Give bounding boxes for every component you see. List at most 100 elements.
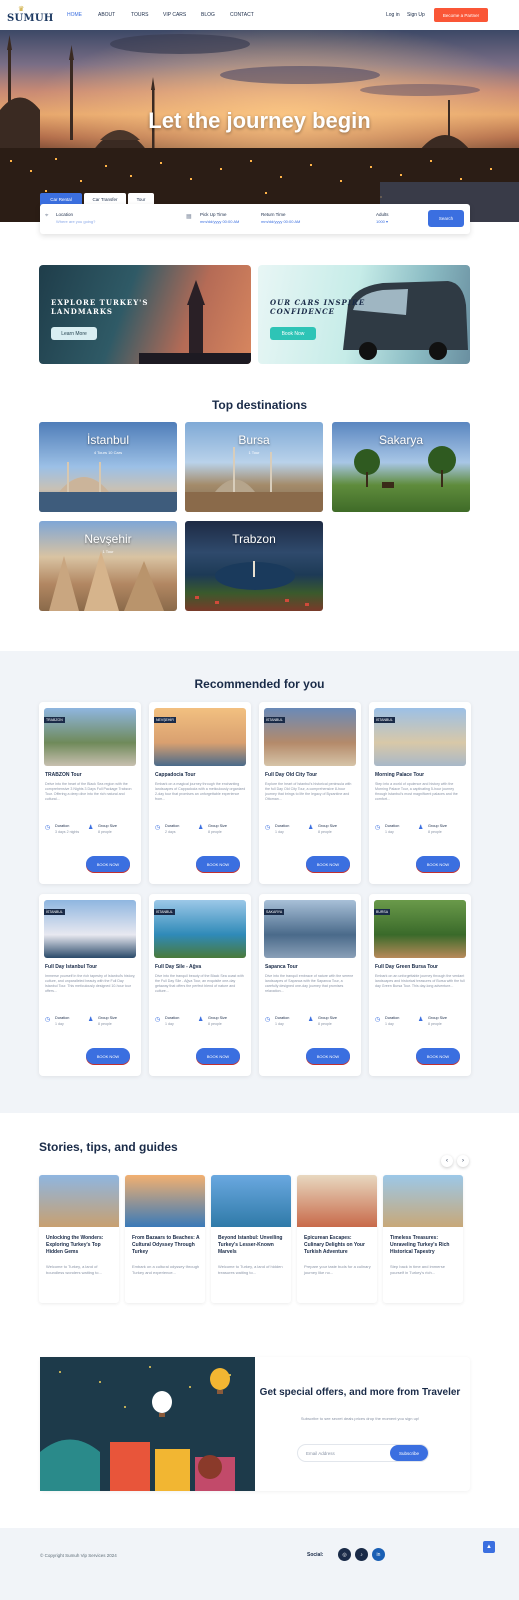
book-now-button[interactable]: BOOK NOW [196,1048,240,1064]
book-now-promo-button[interactable]: Book Now [270,327,316,340]
pickup-input[interactable]: mm/dd/yyyy 00:00 AM [200,219,239,224]
adults-select[interactable]: 1000 ▾ [376,219,388,224]
tour-image: İSTANBUL [374,708,466,766]
tour-title[interactable]: Full Day Old City Tour [265,772,357,778]
story-title[interactable]: From Bazaars to Beaches: A Cultural Odys… [132,1235,200,1256]
destination-info: 4 Tours 10 Cars [93,450,123,455]
nav-tours[interactable]: TOURS [131,12,148,18]
tour-description: Dive into the tranquil embrace of nature… [265,974,354,993]
story-title[interactable]: Unlocking the Wonders: Exploring Turkey'… [46,1235,114,1256]
story-title[interactable]: Beyond Istanbul: Unveiling Turkey's Less… [218,1235,286,1256]
calendar-icon: ▦ [186,214,192,220]
tour-card[interactable]: SAKARYA Sapanca Tour Dive into the tranqui… [259,894,361,1076]
duration-value: 1 day [55,1022,64,1026]
location-badge: İSTANBUL [154,909,175,915]
destination-card-sakarya[interactable]: Sakarya [332,422,470,512]
search-button[interactable]: Search [428,210,464,227]
story-card[interactable]: Timeless Treasures: Unraveling Turkey's … [383,1175,463,1303]
group-size-label: Group Size [98,1016,117,1020]
tour-title[interactable]: Full Day Sile - Ağva [155,964,247,970]
tour-image: İSTANBUL [264,708,356,766]
clock-icon: ◷ [155,825,161,831]
book-now-button[interactable]: BOOK NOW [416,1048,460,1064]
clock-icon: ◷ [45,825,51,831]
scroll-to-top-button[interactable]: ▲ [483,1541,495,1553]
tour-card[interactable]: İSTANBUL Full Day Istanbul Tour Immerse yo… [39,894,141,1076]
tour-title[interactable]: Full Day Green Bursa Tour [375,964,467,970]
book-now-button[interactable]: BOOK NOW [86,1048,130,1064]
location-input[interactable]: Where are you going? [56,219,95,224]
tour-card[interactable]: İSTANBUL Morning Palace Tour Step into a w… [369,702,471,884]
brand-logo[interactable]: ♛ SUMUH [4,6,53,26]
learn-more-button[interactable]: Learn More [51,327,97,340]
clock-icon: ◷ [375,825,381,831]
story-card[interactable]: Beyond Istanbul: Unveiling Turkey's Less… [211,1175,291,1303]
story-title[interactable]: Timeless Treasures: Unraveling Turkey's … [390,1235,458,1256]
book-now-button[interactable]: BOOK NOW [306,1048,350,1064]
tour-card[interactable]: TRABZON TRABZON Tour Delve into the heart … [39,702,141,884]
promo-landmarks[interactable]: EXPLORE TURKEY'S LANDMARKS Learn More [39,265,251,364]
book-now-button[interactable]: BOOK NOW [416,856,460,872]
location-badge: TRABZON [44,717,65,723]
tour-title[interactable]: TRABZON Tour [45,772,137,778]
story-card[interactable]: Unlocking the Wonders: Exploring Turkey'… [39,1175,119,1303]
story-title[interactable]: Epicurean Escapes: Culinary Delights on … [304,1235,372,1256]
book-now-button[interactable]: BOOK NOW [86,856,130,872]
promo-cars-title-2: CONFIDENCE [270,307,336,316]
nav-blog[interactable]: BLOG [201,12,215,18]
tiktok-icon[interactable]: ♪ [355,1548,368,1561]
story-card[interactable]: From Bazaars to Beaches: A Cultural Odys… [125,1175,205,1303]
destination-info: 1 Tour [102,549,114,554]
destination-name: Sakarya [378,433,424,447]
destination-card-istanbul[interactable]: İstanbul 4 Tours 10 Cars [39,422,177,512]
tour-title[interactable]: Cappadocia Tour [155,772,247,778]
destination-card-bursa[interactable]: Bursa 1 Tour [185,422,323,512]
tour-title[interactable]: Morning Palace Tour [375,772,467,778]
destination-card-nevsehir[interactable]: Nevşehir 1 Tour [39,521,177,611]
book-now-button[interactable]: BOOK NOW [196,856,240,872]
nav-about[interactable]: ABOUT [98,12,115,18]
instagram-icon[interactable]: ◎ [338,1548,351,1561]
hero-title: Let the journey begin [148,108,371,133]
story-description: Welcome to Turkey, a land of boundless w… [46,1264,102,1275]
duration-label: Duration [165,824,180,828]
linkedin-icon[interactable]: in [372,1548,385,1561]
subscribe-description: Subscribe to see secret deals prices dro… [300,1416,420,1421]
location-label: Location [56,212,74,217]
promo-cars[interactable]: OUR CARS INSPIRE CONFIDENCE Book Now [258,265,470,364]
tour-card[interactable]: İSTANBUL Full Day Sile - Ağva Dive into th… [149,894,251,1076]
location-pin-icon: ⌖ [45,213,49,219]
destination-name: Nevşehir [84,532,132,546]
nav-home[interactable]: HOME [67,12,82,18]
duration-value: 2 days [165,830,176,834]
book-now-button[interactable]: BOOK NOW [306,856,350,872]
group-size-label: Group Size [428,1016,447,1020]
tour-description: Embark on a magical journey through the … [155,782,246,801]
login-link[interactable]: Log in [386,12,400,18]
stories-prev-button[interactable]: ‹ [441,1155,453,1167]
tour-title[interactable]: Full Day Istanbul Tour [45,964,137,970]
story-description: Step back in time and immerse yourself i… [390,1264,445,1275]
tour-description: Delve into the heart of the Black Sea re… [45,782,132,801]
signup-link[interactable]: Sign Up [407,12,425,18]
tour-card[interactable]: İSTANBUL Full Day Old City Tour Explore th… [259,702,361,884]
story-card[interactable]: Epicurean Escapes: Culinary Delights on … [297,1175,377,1303]
stories-next-button[interactable]: › [457,1155,469,1167]
subscribe-button[interactable]: Subscribe [390,1445,428,1461]
group-size-label: Group Size [318,1016,337,1020]
tour-title[interactable]: Sapanca Tour [265,964,357,970]
duration-label: Duration [385,1016,400,1020]
tour-card[interactable]: BURSA Full Day Green Bursa Tour Embark on … [369,894,471,1076]
duration-value: 1 day [275,1022,284,1026]
group-icon: ♟ [198,1017,204,1023]
return-input[interactable]: mm/dd/yyyy 00:00 AM [261,219,300,224]
tour-card[interactable]: NEVŞEHİR Cappadocia Tour Embark on a magic… [149,702,251,884]
nav-contact[interactable]: CONTACT [230,12,254,18]
destination-card-trabzon[interactable]: Trabzon [185,521,323,611]
duration-label: Duration [55,824,70,828]
group-size-value: 8 people [208,830,222,834]
recommended-title: Recommended for you [194,677,325,691]
become-partner-button[interactable]: Become a Partner [434,8,488,22]
location-badge: SAKARYA [264,909,285,915]
nav-vip-cars[interactable]: VIP CARS [163,12,186,18]
